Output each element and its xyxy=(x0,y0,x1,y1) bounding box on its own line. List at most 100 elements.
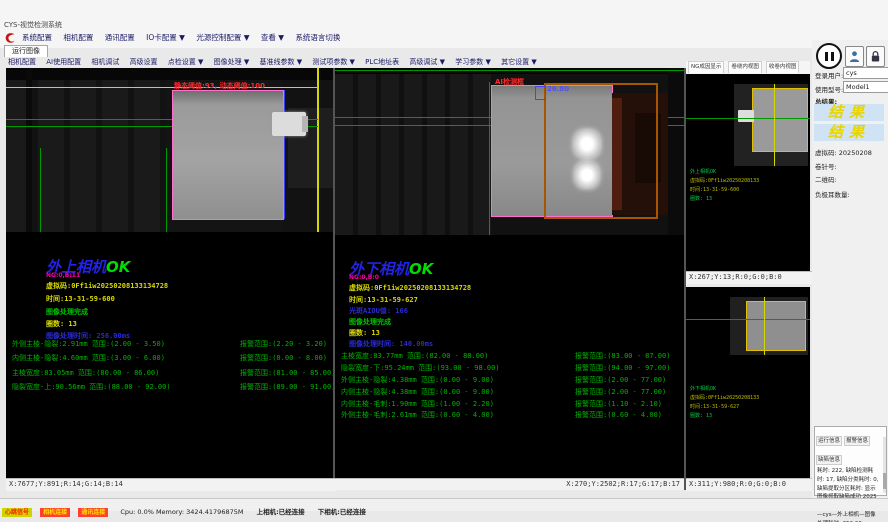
tool-advanced-settings[interactable]: 高级设置 xyxy=(130,57,158,68)
tool-test-params[interactable]: 测试项参数 ▼ xyxy=(312,57,355,68)
tab-run-info[interactable]: 运行信息 xyxy=(816,436,842,446)
threshold-label: 静态阈值:93, 动态阈值:100 xyxy=(174,81,265,91)
tool-other-settings[interactable]: 其它设置 ▼ xyxy=(501,57,537,68)
tab-ng-cause[interactable]: NG成因显示 xyxy=(688,61,724,73)
left-result-status: OK xyxy=(106,258,130,276)
sidebar: 登录用户: cys 使用型号: Model1 总结果: 结果 结果 虚拟码: 2… xyxy=(812,40,888,498)
thumb-result-line: 外上相机OK xyxy=(690,168,716,176)
pin-number-label: 卷针号: xyxy=(815,161,837,171)
lock-icon xyxy=(870,50,881,63)
tool-camera-config[interactable]: 相机配置 xyxy=(8,57,36,68)
menu-io-config[interactable]: IO卡配置 ▼ xyxy=(146,31,185,45)
right-camera-image[interactable]: AI检测框 26.80 xyxy=(335,68,684,235)
menu-camera-config[interactable]: 相机配置 xyxy=(63,31,93,45)
thumb2-pixel-readout: X:311;Y:980;R:0;G:0;B:0 xyxy=(686,478,813,491)
measurement-row: 内侧主棱-毛刺:1.90mm 范围:(1.00 - 2.20) xyxy=(341,399,494,409)
left-ring-count: 圈数: 13 xyxy=(46,319,77,329)
tab-alarm-info[interactable]: 报警信息 xyxy=(844,436,870,446)
left-time: 时间:13-31-59-600 xyxy=(46,294,115,304)
right-ng-line: NG:0,B:0 xyxy=(349,274,379,281)
login-user-label: 登录用户: xyxy=(815,70,843,80)
thumb-time-line: 时间:13-31-59-600 xyxy=(690,186,739,194)
tool-bar: 相机配置 AI使用配置 相机调试 高级设置 点检设置 ▼ 图像处理 ▼ 基准线参… xyxy=(8,57,545,68)
tab-winding-inner-view[interactable]: 卷绕内视图 xyxy=(728,61,762,73)
app-logo-icon xyxy=(4,32,16,46)
tab-defect-info[interactable]: 缺陷信息 xyxy=(816,455,842,465)
tool-spot-check[interactable]: 点检设置 ▼ xyxy=(168,57,204,68)
info-panel: 运行信息报警信息缺陷信息 耗时: 222, 缺陷检测耗时: 17, 缺陷分类耗时… xyxy=(814,426,887,496)
model-field[interactable]: Model1 xyxy=(843,81,888,93)
lock-button[interactable] xyxy=(866,46,885,67)
measurement-row: 隐裂宽度-下:95.24mm 范围:(93.00 - 98.00) xyxy=(341,363,500,373)
green-baseline xyxy=(335,70,684,71)
menu-light-config[interactable]: 光源控制配置 ▼ xyxy=(196,31,249,45)
measurement-row: 内侧主棱-隐裂:4.38mm 范围:(0.00 - 9.00) xyxy=(341,387,494,397)
scrollbar-thumb[interactable] xyxy=(883,473,886,489)
tool-plc-address[interactable]: PLC地址表 xyxy=(365,57,399,68)
thumb-code-line: 虚拟码:0Ff1iw20250208133 xyxy=(690,177,759,185)
right-process-time: 图像处理时间: 140.00ms xyxy=(349,339,433,349)
login-user-field[interactable]: cys xyxy=(843,67,888,79)
thumb1-pixel-readout: X:267;Y:13;R:0;G:0;B:0 xyxy=(686,271,813,284)
right-ai-value: 光斑AIOU值: 166 xyxy=(349,306,408,316)
upper-camera-status: 上相机:已经连接 xyxy=(257,508,305,516)
heartbeat-badge: 心跳信号 xyxy=(2,508,32,517)
thumb-code-line: 虚拟码:0Ff1iw20250208133 xyxy=(690,394,759,402)
info-scrollbar[interactable] xyxy=(883,437,886,493)
thumb-connector xyxy=(738,110,754,122)
yellow-reference-line xyxy=(6,87,319,88)
thumb-ring-line: 圈数: 13 xyxy=(690,412,712,420)
tool-advanced-debug[interactable]: 高级调试 ▼ xyxy=(409,57,445,68)
alarm-range: 报警范围:(0.00 - 8.00) xyxy=(240,353,327,363)
left-ng-line: NG:0,B:11 xyxy=(46,272,80,279)
pause-button[interactable] xyxy=(816,43,842,69)
menu-view[interactable]: 查看 ▼ xyxy=(261,31,284,45)
right-camera-view[interactable]: AI检测框 26.80 外下相机OK NG:0,B:0 虚拟码:0Ff1iw20… xyxy=(335,68,684,478)
alarm-range: 报警范围:(2.20 - 3.20) xyxy=(240,339,327,349)
yellow-vertical-line xyxy=(317,68,319,232)
right-pixel-readout: X:270;Y:2502;R:17;G:17;B:17 xyxy=(335,478,684,490)
tool-baseline-params[interactable]: 基准线参数 ▼ xyxy=(259,57,302,68)
menu-comm-config[interactable]: 通讯配置 xyxy=(105,31,135,45)
user-mode-button[interactable] xyxy=(845,46,864,67)
menu-language-switch[interactable]: 系统语言切换 xyxy=(295,31,340,45)
camera-link-badge: 相机连接 xyxy=(40,508,70,517)
tab-run-image[interactable]: 运行图像 xyxy=(4,45,48,57)
thumb-time-line: 时间:13-31-59-627 xyxy=(690,403,739,411)
negative-tab-count-label: 负极耳数量: xyxy=(815,189,850,199)
result-badge-2: 结果 xyxy=(814,124,884,141)
thumb-ring-line: 圈数: 13 xyxy=(690,195,712,203)
status-bar: 心跳信号 相机连接 通讯连接 Cpu: 0.0% Memory: 3424.41… xyxy=(0,498,888,511)
measurement-row: 主棱宽度:83.05mm 范围:(80.00 - 86.00) xyxy=(12,368,159,378)
thumb-tab-row: NG成因显示卷绕内视图收卷内视图 xyxy=(686,61,810,75)
right-time: 时间:13-31-59-627 xyxy=(349,295,418,305)
measurement-row: 内侧主棱-隐裂:4.60mm 范围:(3.00 - 6.00) xyxy=(12,353,165,363)
cpu-memory-readout: Cpu: 0.0% Memory: 3424.41796875M xyxy=(120,508,243,516)
tool-image-process[interactable]: 图像处理 ▼ xyxy=(214,57,250,68)
comm-link-badge: 通讯连接 xyxy=(78,508,108,517)
thumbnail-upper-camera[interactable]: 外上相机OK 虚拟码:0Ff1iw20250208133 时间:13-31-59… xyxy=(686,74,810,271)
left-camera-view[interactable]: 静态阈值:93, 动态阈值:100 外上相机OK NG:0,B:11 虚拟码:0… xyxy=(6,68,333,478)
menu-system-config[interactable]: 系统配置 xyxy=(22,31,52,45)
alarm-range: 报警范围:(83.00 - 87.00) xyxy=(575,351,670,361)
measure-value-label: 26.80 xyxy=(547,85,569,93)
green-vertical-line xyxy=(489,82,490,235)
left-process-done: 图像处理完成 xyxy=(46,307,88,317)
left-pixel-readout: X:7677;Y:891;R:14;G:14;B:14 xyxy=(6,478,336,491)
tool-ai-config[interactable]: AI使用配置 xyxy=(46,57,81,68)
blue-measure-box xyxy=(535,86,546,100)
tool-learning-params[interactable]: 学习参数 ▼ xyxy=(455,57,491,68)
measurement-row: 主棱宽度:83.77mm 范围:(82.00 - 88.00) xyxy=(341,351,488,361)
right-result-status: OK xyxy=(409,260,433,278)
tab-rewind-inner-view[interactable]: 收卷内视图 xyxy=(766,61,800,73)
thumb-result-line: 外下相机OK xyxy=(690,385,716,393)
user-icon xyxy=(849,50,860,63)
pause-icon xyxy=(825,52,828,61)
alarm-range: 报警范围:(1.10 - 2.10) xyxy=(575,399,662,409)
tool-camera-debug[interactable]: 相机调试 xyxy=(91,57,119,68)
thumb-product xyxy=(752,88,808,152)
thumbnail-lower-camera[interactable]: 外下相机OK 虚拟码:0Ff1iw20250208133 时间:13-31-59… xyxy=(686,287,810,478)
left-camera-image[interactable]: 静态阈值:93, 动态阈值:100 xyxy=(6,68,333,232)
result-badge-1: 结果 xyxy=(814,104,884,121)
right-process-done: 图像处理完成 xyxy=(349,317,391,327)
